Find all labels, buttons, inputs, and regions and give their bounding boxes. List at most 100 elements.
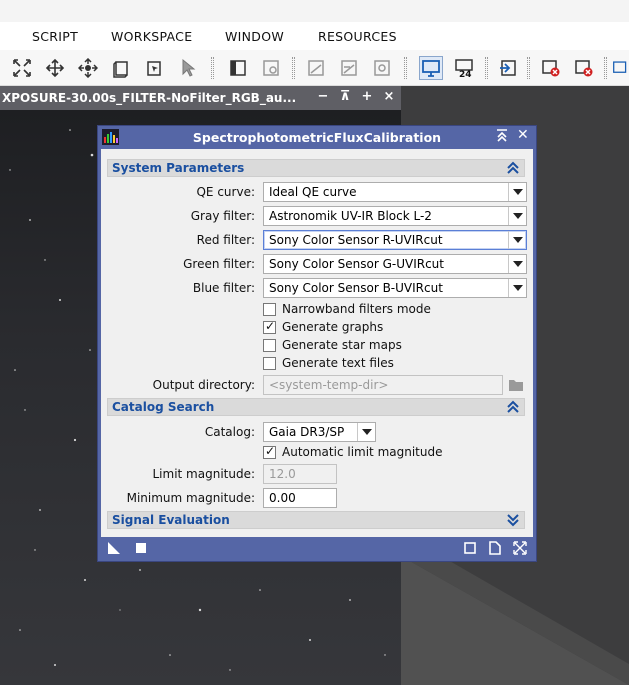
qe-curve-select[interactable]: Ideal QE curve: [263, 182, 527, 202]
section-system-parameters[interactable]: System Parameters: [107, 159, 525, 177]
checkmark-icon: ✓: [265, 443, 276, 458]
green-filter-value: Sony Color Sensor G-UVIRcut: [269, 257, 444, 271]
expand-icon[interactable]: [506, 513, 520, 527]
zoom-in-icon[interactable]: [43, 56, 67, 80]
checkbox-box[interactable]: [263, 338, 276, 352]
green-filter-select[interactable]: Sony Color Sensor G-UVIRcut: [263, 254, 527, 274]
catalog-label: Catalog:: [204, 425, 255, 439]
browse-documentation-icon[interactable]: [463, 541, 477, 555]
image-window-controls: − ⊼ + ×: [315, 89, 397, 105]
minimize-icon[interactable]: −: [315, 89, 331, 105]
limit-magnitude-value: 12.0: [269, 467, 296, 481]
checkmark-icon: ✓: [265, 318, 276, 333]
reset-icon[interactable]: [513, 541, 527, 555]
checkbox-box[interactable]: [263, 356, 276, 370]
next-tool-icon[interactable]: [612, 56, 629, 80]
catalog-select[interactable]: Gaia DR3/SP: [263, 422, 376, 442]
toolbar-separator: [292, 57, 295, 79]
gray-filter-label: Gray filter:: [190, 209, 255, 223]
toolbar-separator: [604, 57, 607, 79]
blue-filter-select[interactable]: Sony Color Sensor B-UVIRcut: [263, 278, 527, 298]
narrowband-mode-checkbox[interactable]: Narrowband filters mode: [263, 301, 431, 317]
limit-magnitude-label: Limit magnitude:: [152, 467, 255, 481]
stf-icon[interactable]: [304, 56, 328, 80]
section-catalog-search[interactable]: Catalog Search: [107, 398, 525, 416]
dialog-title: SpectrophotometricFluxCalibration: [192, 130, 442, 145]
collapse-icon[interactable]: [506, 400, 520, 414]
dialog-footer: [101, 537, 533, 560]
red-filter-select[interactable]: Sony Color Sensor R-UVIRcut: [263, 230, 527, 250]
chevron-down-icon[interactable]: [508, 207, 526, 225]
svg-text:24: 24: [459, 70, 472, 78]
blue-filter-label: Blue filter:: [192, 281, 255, 295]
maximize-icon[interactable]: +: [359, 89, 375, 105]
collapse-icon[interactable]: [506, 161, 520, 175]
dialog-title-bar[interactable]: SpectrophotometricFluxCalibration ✕: [98, 126, 536, 148]
section-signal-evaluation[interactable]: Signal Evaluation: [107, 511, 525, 529]
generate-graphs-checkbox[interactable]: ✓ Generate graphs: [263, 319, 383, 335]
section-title: Signal Evaluation: [112, 513, 230, 527]
blue-filter-value: Sony Color Sensor B-UVIRcut: [269, 281, 443, 295]
red-filter-value: Sony Color Sensor R-UVIRcut: [269, 233, 443, 247]
checkbox-label: Automatic limit magnitude: [282, 445, 443, 459]
gray-filter-value: Astronomik UV-IR Block L-2: [269, 209, 432, 223]
menu-script[interactable]: SCRIPT: [32, 29, 78, 44]
close-icon[interactable]: ✕: [517, 127, 529, 143]
automatic-limit-magnitude-checkbox[interactable]: ✓ Automatic limit magnitude: [263, 444, 442, 460]
menu-window[interactable]: WINDOW: [225, 29, 284, 44]
checkbox-box[interactable]: ✓: [263, 443, 276, 459]
output-directory-input[interactable]: <system-temp-dir>: [263, 375, 503, 395]
monitor-icon[interactable]: [419, 56, 443, 80]
chevron-down-icon[interactable]: [508, 183, 526, 201]
checkbox-label: Generate star maps: [282, 338, 402, 352]
pointer-icon[interactable]: [175, 56, 199, 80]
minimum-magnitude-label: Minimum magnitude:: [126, 491, 255, 505]
bit-depth-24-icon[interactable]: 24: [452, 56, 476, 80]
checkbox-label: Generate text files: [282, 356, 394, 370]
toolbar: 24: [0, 50, 629, 86]
title-strip: [0, 0, 629, 22]
checkbox-box[interactable]: [263, 302, 276, 316]
close-icon[interactable]: ×: [381, 89, 397, 105]
stf-reset-icon[interactable]: [370, 56, 394, 80]
new-instance-icon[interactable]: [107, 541, 121, 555]
green-filter-label: Green filter:: [183, 257, 255, 271]
apply-global-icon[interactable]: [134, 541, 148, 555]
pan-icon[interactable]: [76, 56, 100, 80]
minimum-magnitude-value: 0.00: [269, 491, 296, 505]
checkbox-box[interactable]: ✓: [263, 318, 276, 334]
minimum-magnitude-input[interactable]: 0.00: [263, 488, 337, 508]
chevron-down-icon[interactable]: [508, 231, 526, 249]
process-dialog[interactable]: SpectrophotometricFluxCalibration ✕ Syst…: [97, 125, 537, 562]
shade-icon[interactable]: [496, 128, 508, 142]
view-panel-icon[interactable]: [226, 56, 250, 80]
preview-icon[interactable]: [142, 56, 166, 80]
gray-filter-select[interactable]: Astronomik UV-IR Block L-2: [263, 206, 527, 226]
qe-curve-label: QE curve:: [196, 185, 255, 199]
view-explorer-icon[interactable]: [259, 56, 283, 80]
chevron-down-icon[interactable]: [357, 423, 375, 441]
zoom-fit-icon[interactable]: [10, 56, 34, 80]
folder-icon[interactable]: [508, 378, 524, 392]
chevron-down-icon[interactable]: [508, 255, 526, 273]
qe-curve-value: Ideal QE curve: [269, 185, 357, 199]
generate-star-maps-checkbox[interactable]: Generate star maps: [263, 337, 402, 353]
stf-auto-icon[interactable]: [337, 56, 361, 80]
toolbar-separator: [527, 57, 530, 79]
close-image-icon[interactable]: [539, 56, 563, 80]
generate-text-files-checkbox[interactable]: Generate text files: [263, 355, 394, 371]
toolbar-separator: [211, 57, 214, 79]
menu-workspace[interactable]: WORKSPACE: [111, 29, 192, 44]
import-icon[interactable]: [496, 56, 520, 80]
chevron-down-icon[interactable]: [508, 279, 526, 297]
readout-icon[interactable]: [109, 56, 133, 80]
shade-icon[interactable]: ⊼: [337, 89, 353, 105]
checkbox-label: Generate graphs: [282, 320, 384, 334]
toolbar-separator: [404, 57, 407, 79]
limit-magnitude-input[interactable]: 12.0: [263, 464, 337, 484]
menu-resources[interactable]: RESOURCES: [318, 29, 397, 44]
menu-bar: SCRIPT WORKSPACE WINDOW RESOURCES: [0, 22, 629, 50]
close-all-icon[interactable]: [572, 56, 596, 80]
output-directory-placeholder: <system-temp-dir>: [269, 378, 389, 392]
edit-instance-icon[interactable]: [488, 541, 502, 555]
